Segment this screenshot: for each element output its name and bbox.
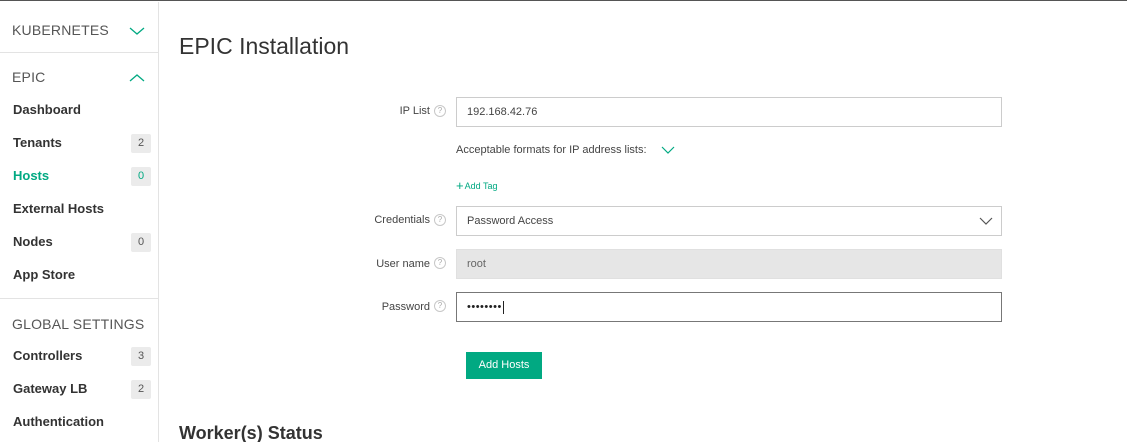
text-caret bbox=[502, 300, 504, 314]
sidebar-item-gateway-lb[interactable]: Gateway LB 2 bbox=[0, 378, 158, 402]
add-hosts-button[interactable]: Add Hosts bbox=[466, 352, 542, 379]
kubernetes-section-header[interactable]: KUBERNETES bbox=[0, 22, 158, 42]
sidebar-item-app-store[interactable]: App Store bbox=[0, 264, 158, 288]
sidebar-item-controllers[interactable]: Controllers 3 bbox=[0, 345, 158, 369]
kubernetes-section-title: KUBERNETES bbox=[12, 22, 109, 38]
add-tag-label: Add Tag bbox=[464, 181, 498, 191]
sidebar-item-label: Nodes bbox=[13, 234, 53, 249]
username-value: root bbox=[467, 258, 486, 270]
help-icon[interactable]: ? bbox=[434, 105, 446, 117]
sidebar-divider bbox=[0, 52, 158, 53]
epic-section-title: EPIC bbox=[12, 69, 46, 85]
username-input: root bbox=[456, 249, 1002, 279]
chevron-down-icon bbox=[979, 217, 993, 225]
help-icon[interactable]: ? bbox=[434, 300, 446, 312]
sidebar-item-hosts[interactable]: Hosts 0 bbox=[0, 165, 158, 189]
count-badge: 0 bbox=[131, 233, 151, 252]
password-label: Password bbox=[381, 301, 430, 313]
sidebar-divider bbox=[0, 298, 158, 299]
acceptable-formats-toggle[interactable]: Acceptable formats for IP address lists: bbox=[456, 144, 647, 156]
global-settings-section-title: GLOBAL SETTINGS bbox=[12, 316, 145, 332]
sidebar-item-tenants[interactable]: Tenants 2 bbox=[0, 132, 158, 156]
help-icon[interactable]: ? bbox=[434, 257, 446, 269]
global-settings-section-header[interactable]: GLOBAL SETTINGS bbox=[0, 316, 158, 336]
sidebar-item-authentication[interactable]: Authentication bbox=[0, 411, 158, 435]
password-input[interactable]: •••••••• bbox=[456, 292, 1002, 322]
epic-section-header[interactable]: EPIC bbox=[0, 69, 158, 89]
ip-list-input[interactable]: 192.168.42.76 bbox=[456, 97, 1002, 127]
count-badge: 3 bbox=[131, 347, 151, 366]
sidebar-item-external-hosts[interactable]: External Hosts bbox=[0, 198, 158, 222]
password-masked-value: •••••••• bbox=[467, 301, 502, 313]
ip-list-label: IP List bbox=[399, 105, 430, 117]
username-label: User name bbox=[376, 258, 430, 270]
sidebar-item-label: Authentication bbox=[13, 414, 104, 429]
sidebar-item-label: External Hosts bbox=[13, 201, 105, 216]
ip-list-value: 192.168.42.76 bbox=[467, 106, 538, 118]
count-badge: 2 bbox=[131, 134, 151, 153]
workers-status-title: Worker(s) Status bbox=[179, 423, 323, 442]
add-tag-link[interactable]: +Add Tag bbox=[456, 178, 497, 193]
chevron-down-icon bbox=[129, 27, 145, 35]
chevron-up-icon bbox=[129, 74, 145, 82]
chevron-down-icon[interactable] bbox=[661, 144, 675, 156]
count-badge: 0 bbox=[131, 167, 151, 186]
sidebar: KUBERNETES EPIC Dashboard Tenants 2 Host… bbox=[0, 2, 159, 442]
sidebar-item-label: Gateway LB bbox=[13, 381, 88, 396]
credentials-select[interactable]: Password Access bbox=[456, 206, 1002, 236]
page-title: EPIC Installation bbox=[179, 33, 350, 59]
sidebar-item-label: Tenants bbox=[13, 135, 62, 150]
sidebar-item-label: Controllers bbox=[13, 348, 83, 363]
count-badge: 2 bbox=[131, 380, 151, 399]
credentials-label: Credentials bbox=[374, 214, 430, 226]
help-icon[interactable]: ? bbox=[434, 214, 446, 226]
sidebar-item-nodes[interactable]: Nodes 0 bbox=[0, 231, 158, 255]
credentials-value: Password Access bbox=[467, 215, 554, 227]
plus-icon: + bbox=[456, 178, 464, 193]
sidebar-item-label: Dashboard bbox=[13, 102, 81, 117]
sidebar-item-label: App Store bbox=[13, 267, 76, 282]
sidebar-item-dashboard[interactable]: Dashboard bbox=[0, 99, 158, 123]
sidebar-item-label: Hosts bbox=[13, 168, 50, 183]
